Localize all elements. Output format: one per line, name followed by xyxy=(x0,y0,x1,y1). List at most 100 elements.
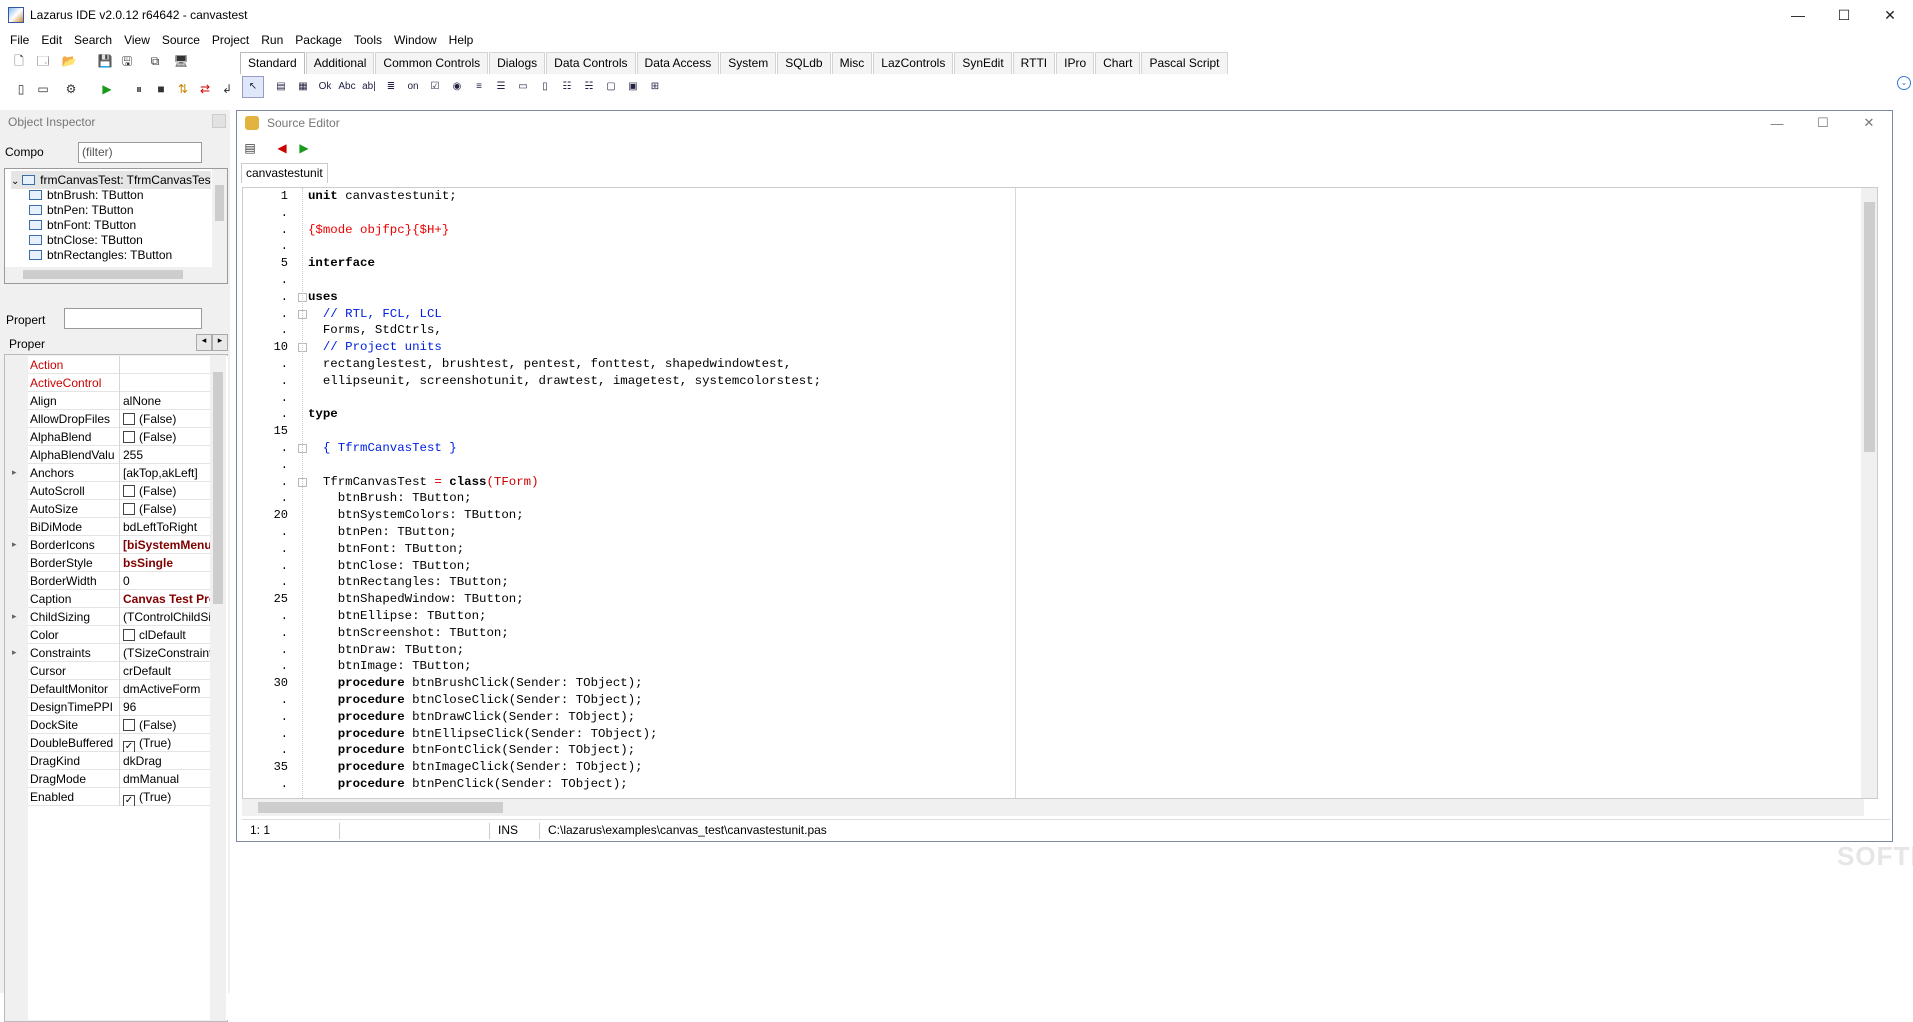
close-button[interactable]: ✕ xyxy=(1867,0,1913,30)
tab-ipro[interactable]: IPro xyxy=(1056,52,1095,74)
menu-window[interactable]: Window xyxy=(388,30,443,50)
tframe-icon[interactable]: ▣ xyxy=(622,76,644,98)
code-line[interactable]: btnFont: TButton; xyxy=(308,542,464,556)
code-line[interactable]: btnShapedWindow: TButton; xyxy=(308,592,524,606)
menu-package[interactable]: Package xyxy=(289,30,348,50)
property-row[interactable]: Anchors [akTop,akLeft] xyxy=(28,464,212,482)
editor-hscroll-thumb[interactable] xyxy=(258,802,503,813)
editor-close-button[interactable]: ✕ xyxy=(1846,111,1892,135)
property-row[interactable]: Cursor crDefault xyxy=(28,662,212,680)
new-form-icon[interactable]: 🗔 xyxy=(34,52,52,70)
tab-synedit[interactable]: SynEdit xyxy=(954,52,1012,74)
menu-edit[interactable]: Edit xyxy=(35,30,68,50)
menu-run[interactable]: Run xyxy=(255,30,289,50)
property-row[interactable]: BorderIcons [biSystemMenu xyxy=(28,536,212,554)
grid-vscroll[interactable] xyxy=(210,356,226,1020)
code-line[interactable]: btnEllipse: TButton; xyxy=(308,609,487,623)
tmainmenu-icon[interactable]: ▤ xyxy=(270,76,292,98)
editor-minimize-button[interactable]: — xyxy=(1754,111,1800,135)
tgroupbox-icon[interactable]: ▯ xyxy=(534,76,556,98)
step-out-icon[interactable]: ↲ xyxy=(218,80,236,98)
tree-expand-icon[interactable]: ⌄ xyxy=(11,176,22,187)
tbutton-icon[interactable]: Ok xyxy=(314,76,336,98)
checkbox-icon[interactable] xyxy=(123,719,135,731)
property-value[interactable]: (False) xyxy=(119,716,212,734)
tree-hscroll[interactable] xyxy=(5,267,227,283)
property-row[interactable]: Enabled ✓ (True) xyxy=(28,788,212,806)
new-unit-icon[interactable]: 🗋 xyxy=(10,52,28,70)
checked-checkbox-icon[interactable]: ✓ xyxy=(123,741,135,752)
expand-arrow-icon[interactable]: ▸ xyxy=(12,467,17,478)
checked-checkbox-icon[interactable]: ✓ xyxy=(123,795,135,806)
menu-source[interactable]: Source xyxy=(156,30,206,50)
code-line[interactable]: btnScreenshot: TButton; xyxy=(308,626,509,640)
view-forms2-icon[interactable]: ▭ xyxy=(34,80,52,98)
code-line[interactable]: Forms, StdCtrls, xyxy=(308,323,442,337)
property-value[interactable]: (False) xyxy=(119,482,212,500)
view-forms-icon[interactable]: 🖥 xyxy=(172,52,190,70)
back-arrow-icon[interactable]: ◀ xyxy=(273,139,291,157)
property-search-input[interactable] xyxy=(64,308,202,329)
jump-list-icon[interactable]: ▤ xyxy=(241,139,259,157)
property-row[interactable]: BorderWidth 0 xyxy=(28,572,212,590)
tscrollbar-icon[interactable]: ▭ xyxy=(512,76,534,98)
tab-data-controls[interactable]: Data Controls xyxy=(546,52,636,74)
tlistbox-icon[interactable]: ≡ xyxy=(468,76,490,98)
code-line[interactable]: btnRectangles: TButton; xyxy=(308,575,509,589)
property-value[interactable]: dkDrag xyxy=(119,752,212,770)
code-line[interactable]: uses xyxy=(308,290,338,304)
tradiogroup-icon[interactable]: ☷ xyxy=(556,76,578,98)
menu-help[interactable]: Help xyxy=(443,30,480,50)
property-row[interactable]: Constraints (TSizeConstraint xyxy=(28,644,212,662)
menu-project[interactable]: Project xyxy=(206,30,255,50)
menu-file[interactable]: File xyxy=(4,30,35,50)
code-line[interactable]: interface xyxy=(308,256,375,270)
property-row[interactable]: DefaultMonitor dmActiveForm xyxy=(28,680,212,698)
save-all-icon[interactable]: 🖫 xyxy=(118,52,136,70)
property-value[interactable]: alNone xyxy=(119,392,212,410)
code-line[interactable]: btnPen: TButton; xyxy=(308,525,457,539)
code-line[interactable]: rectanglestest, brushtest, pentest, font… xyxy=(308,357,791,371)
tab-misc[interactable]: Misc xyxy=(831,52,873,74)
tab-rtti[interactable]: RTTI xyxy=(1012,52,1056,74)
property-row[interactable]: Color clDefault xyxy=(28,626,212,644)
checkbox-icon[interactable] xyxy=(123,503,135,515)
editor-maximize-button[interactable]: ☐ xyxy=(1800,111,1846,135)
object-inspector-close-button[interactable] xyxy=(212,114,226,128)
property-row[interactable]: Action xyxy=(28,356,212,374)
tab-chart[interactable]: Chart xyxy=(1095,52,1141,74)
code-line[interactable]: unit canvastestunit; xyxy=(308,189,457,203)
editor-hscroll[interactable] xyxy=(242,799,1864,816)
tab-system[interactable]: System xyxy=(720,52,777,74)
save-icon[interactable]: 💾 xyxy=(96,52,114,70)
code-line[interactable]: btnClose: TButton; xyxy=(308,559,472,573)
code-line[interactable]: { TfrmCanvasTest } xyxy=(308,441,457,455)
tradiobutton-icon[interactable]: ◉ xyxy=(446,76,468,98)
code-line[interactable]: procedure btnPenClick(Sender: TObject); xyxy=(308,777,628,791)
property-value[interactable]: dmManual xyxy=(119,770,212,788)
property-row[interactable]: DesignTimePPI 96 xyxy=(28,698,212,716)
tab-additional[interactable]: Additional xyxy=(305,52,375,74)
code-line[interactable]: procedure btnDrawClick(Sender: TObject); xyxy=(308,710,635,724)
property-value[interactable]: (False) xyxy=(119,410,212,428)
property-value[interactable]: ✓ (True) xyxy=(119,788,212,806)
pause-icon[interactable]: ⏸ xyxy=(130,80,148,98)
tmemo-icon[interactable]: ≣ xyxy=(380,76,402,98)
property-row[interactable]: AutoSize (False) xyxy=(28,500,212,518)
property-value[interactable]: ✓ (True) xyxy=(119,734,212,752)
palette-scroll-icon[interactable]: ⌄ xyxy=(1897,76,1911,90)
code-line[interactable]: procedure btnImageClick(Sender: TObject)… xyxy=(308,760,643,774)
view-units-icon[interactable]: ▯ xyxy=(12,80,30,98)
property-value[interactable]: dmActiveForm xyxy=(119,680,212,698)
tab-canvastestunit[interactable]: canvastestunit xyxy=(241,163,328,183)
tcheckbox-icon[interactable]: ☑ xyxy=(424,76,446,98)
tab-scroll-right-icon[interactable]: ▸ xyxy=(212,334,228,351)
stop-icon[interactable]: ■ xyxy=(152,80,170,98)
tab-properties[interactable]: Proper xyxy=(9,337,45,351)
tab-standard[interactable]: Standard xyxy=(240,52,305,74)
property-value[interactable]: Canvas Test Prog xyxy=(119,590,212,608)
code-line[interactable]: // Project units xyxy=(308,340,442,354)
property-value[interactable]: (False) xyxy=(119,428,212,446)
maximize-button[interactable]: ☐ xyxy=(1821,0,1867,30)
tcombobox-icon[interactable]: ☰ xyxy=(490,76,512,98)
